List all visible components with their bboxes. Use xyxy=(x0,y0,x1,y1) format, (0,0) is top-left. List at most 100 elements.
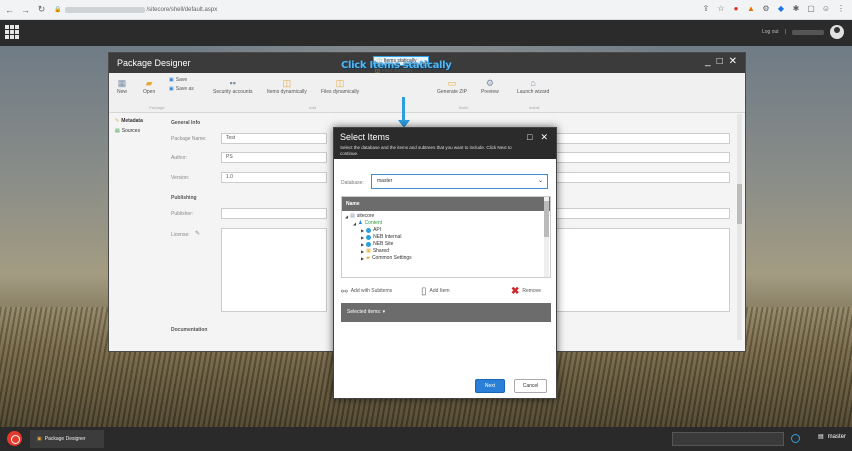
select-items-dialog: Select Items Select the database and the… xyxy=(333,127,557,399)
taskbar-search-input[interactable] xyxy=(672,432,784,446)
tree-node-neb-site[interactable]: ▶ NEB Site xyxy=(345,241,547,248)
save-as-button[interactable]: ▣ Save as xyxy=(169,86,194,92)
close-icon[interactable]: ✕ xyxy=(540,132,548,143)
license-field-right[interactable] xyxy=(547,228,730,312)
version-label: Version: xyxy=(171,175,190,181)
scrollbar-thumb[interactable] xyxy=(737,184,742,224)
lock-icon: 🔒 xyxy=(54,7,62,13)
add-with-subitems-button[interactable]: ⚯ Add with Subitems xyxy=(341,287,392,296)
back-icon[interactable]: ← xyxy=(3,3,16,16)
files-dynamic-icon: ◫ xyxy=(335,78,345,88)
tree-node-api[interactable]: ▶ API xyxy=(345,227,547,234)
tree-scrollbar[interactable] xyxy=(544,197,549,277)
address-bar[interactable]: 🔒 /sitecore/shell/default.aspx xyxy=(54,3,694,16)
logout-link[interactable]: Log out xyxy=(762,29,779,35)
maximize-icon[interactable]: □ xyxy=(527,132,532,143)
database-indicator-label: master xyxy=(827,433,846,440)
new-button[interactable]: ▦ New xyxy=(117,77,127,95)
edit-license-icon[interactable]: ✎ xyxy=(195,230,200,237)
version-field-right[interactable] xyxy=(547,172,730,183)
subitems-icon: ⚯ xyxy=(341,286,348,296)
generate-zip-button[interactable]: ▭ Generate ZIP xyxy=(437,77,467,95)
share-icon[interactable]: ⇪ xyxy=(701,3,711,14)
folder-icon: ▰ xyxy=(366,255,370,261)
minimize-icon[interactable]: _ xyxy=(705,56,711,67)
tree-node-neb-internal[interactable]: ▶ NEB Internal xyxy=(345,234,547,241)
puzzle-icon[interactable]: ✱ xyxy=(791,3,801,14)
launchpad-icon[interactable] xyxy=(4,24,20,40)
extension-icon[interactable]: ⚙ xyxy=(761,3,771,14)
database-select[interactable]: master ⌄ xyxy=(371,174,548,189)
cancel-button[interactable]: Cancel xyxy=(514,379,547,393)
expand-icon[interactable]: ▶ xyxy=(361,255,364,262)
publisher-field-right[interactable] xyxy=(547,208,730,219)
package-name-field[interactable]: Test xyxy=(221,133,327,144)
next-button[interactable]: Next xyxy=(475,379,505,393)
items-dynamically-button[interactable]: ◫ Items dynamically xyxy=(267,77,307,95)
ribbon: ▦ New ▰ Open ▣ Save ▣ Save as Package ▪▪… xyxy=(109,73,745,113)
globe-icon[interactable] xyxy=(791,434,800,443)
preview-button[interactable]: ⚙ Preview xyxy=(481,77,499,95)
collapse-icon[interactable]: ◢ xyxy=(353,220,356,227)
version-field[interactable]: 1.0 xyxy=(221,172,327,183)
star-icon[interactable]: ☆ xyxy=(716,3,726,14)
expand-icon[interactable]: ▶ xyxy=(361,227,364,234)
start-button-icon[interactable] xyxy=(7,431,22,446)
redacted-host xyxy=(65,6,146,13)
tree-node-content[interactable]: ◢ ♟ Content xyxy=(345,220,547,227)
general-info-title: General Info xyxy=(171,120,201,126)
author-field-right[interactable] xyxy=(547,152,730,163)
package-icon: ▣ xyxy=(37,436,42,442)
profile-icon[interactable]: ☺ xyxy=(821,3,831,14)
package-name-field-right[interactable] xyxy=(547,133,730,144)
security-accounts-button[interactable]: ▪▪ Security accounts xyxy=(213,77,252,95)
extension-red-icon[interactable]: ● xyxy=(731,3,741,14)
expand-icon[interactable]: ▶ xyxy=(361,234,364,241)
page-blank-icon: ▯ xyxy=(421,285,427,297)
nav-item-sources[interactable]: ▤ Sources xyxy=(115,128,155,134)
save-button[interactable]: ▣ Save xyxy=(169,77,187,83)
designer-scrollbar[interactable] xyxy=(737,114,742,340)
save-icon: ▣ xyxy=(169,77,174,83)
tree-node-label: Content xyxy=(364,220,383,226)
tree-node-shared[interactable]: ▶ ▦ Shared xyxy=(345,248,547,255)
selected-items-bar[interactable]: Selected items: ▾ xyxy=(341,303,551,322)
separator: | xyxy=(784,29,786,35)
scrollbar-thumb[interactable] xyxy=(544,201,549,237)
save-label: Save xyxy=(175,77,188,83)
remove-button[interactable]: ✖ Remove xyxy=(511,286,541,297)
publisher-field[interactable] xyxy=(221,208,327,219)
tree-header-name[interactable]: Name xyxy=(342,197,550,211)
maximize-icon[interactable]: □ xyxy=(717,56,723,67)
reload-icon[interactable]: ↻ xyxy=(35,3,48,16)
tree-node-label: API xyxy=(373,227,382,233)
files-dynamically-button[interactable]: ◫ Files dynamically xyxy=(321,77,359,95)
extension-office-icon[interactable]: ▲ xyxy=(746,3,756,14)
remove-icon: ✖ xyxy=(511,285,520,297)
tree-node-common-settings[interactable]: ▶ ▰ Common Settings xyxy=(345,255,547,262)
window-title: Package Designer xyxy=(117,58,191,68)
launch-wizard-button[interactable]: ⌂ Launch wizard xyxy=(517,77,549,95)
nav-item-metadata[interactable]: ✎ Metadata xyxy=(115,118,155,124)
license-field[interactable] xyxy=(221,228,327,312)
database-label: Database: xyxy=(341,180,364,186)
extension-blue-icon[interactable]: ◆ xyxy=(776,3,786,14)
author-field[interactable]: PS xyxy=(221,152,327,163)
collapse-icon[interactable]: ◢ xyxy=(345,213,348,220)
open-button[interactable]: ▰ Open xyxy=(143,77,155,95)
expand-icon[interactable]: ▶ xyxy=(361,248,364,255)
close-icon[interactable]: ✕ xyxy=(729,56,737,67)
menu-icon[interactable]: ⋮ xyxy=(836,3,846,14)
avatar[interactable] xyxy=(830,25,844,39)
sitecore-header: Log out | xyxy=(0,20,852,46)
forward-icon[interactable]: → xyxy=(19,3,32,16)
tree-node-sitecore[interactable]: ◢ ▤ sitecore xyxy=(345,213,547,220)
save-as-label: Save as xyxy=(175,86,194,92)
taskbar-item-package-designer[interactable]: ▣ Package Designer xyxy=(30,430,104,448)
globe-icon xyxy=(366,228,372,233)
expand-icon[interactable]: ▶ xyxy=(361,241,364,248)
sidebar-icon[interactable]: ▢ xyxy=(806,3,816,14)
content-icon: ♟ xyxy=(358,220,363,226)
database-indicator[interactable]: ▤ master xyxy=(818,433,846,441)
add-item-button[interactable]: ▯ Add Item xyxy=(421,286,450,297)
